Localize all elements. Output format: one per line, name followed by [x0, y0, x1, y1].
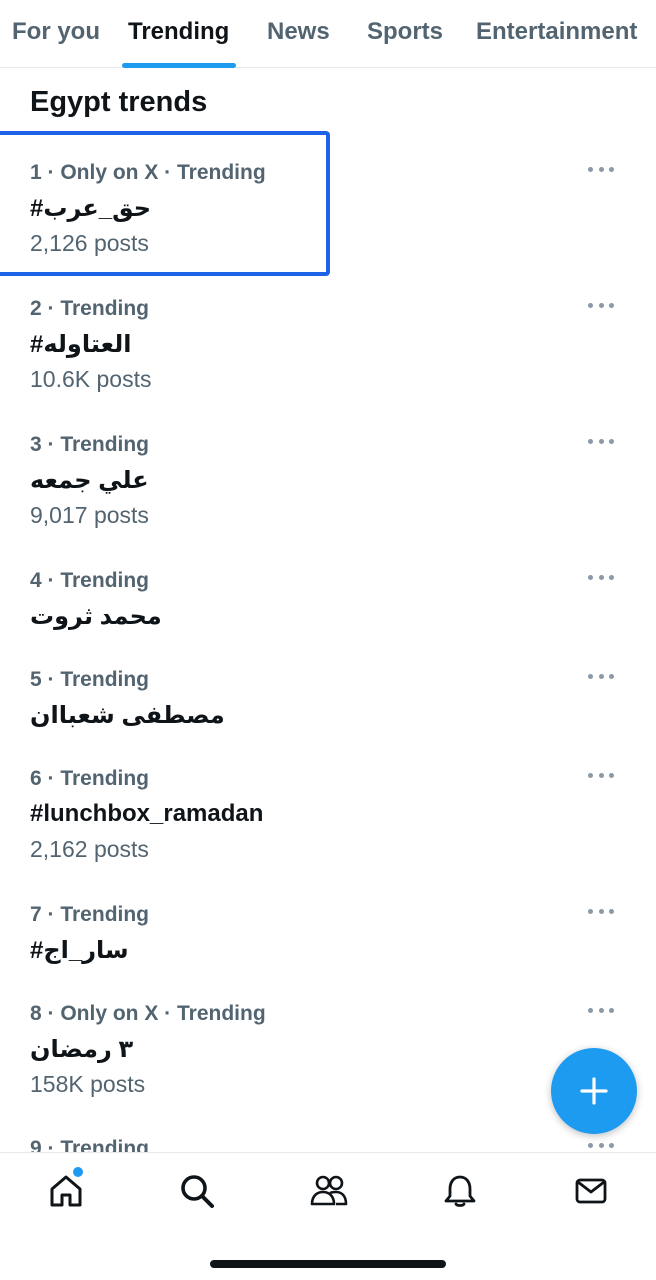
section-title: Egypt trends: [30, 86, 208, 118]
active-tab-indicator: [122, 63, 236, 68]
trend-meta: 4 · Trending: [30, 569, 150, 592]
trend-posts: 9,017 posts: [30, 502, 149, 528]
nav-communities[interactable]: [309, 1171, 349, 1211]
trend-meta: 6 · Trending: [30, 767, 150, 790]
more-icon[interactable]: [588, 901, 614, 921]
tab-trending[interactable]: Trending: [128, 18, 229, 46]
nav-notifications[interactable]: [440, 1171, 480, 1211]
more-icon[interactable]: [588, 1000, 614, 1020]
communities-icon: [310, 1175, 348, 1206]
trend-name: مصطفى شعباان: [30, 702, 225, 729]
home-icon: [50, 1175, 82, 1207]
trend-name: ٣ رمضان: [30, 1036, 134, 1063]
tab-entertainment[interactable]: Entertainment: [476, 18, 637, 46]
trend-meta: 5 · Trending: [30, 668, 150, 691]
trend-posts: 10.6K posts: [30, 366, 152, 392]
tab-news[interactable]: News: [267, 18, 330, 46]
notifications-icon: [444, 1175, 476, 1207]
trend-name: #العتاوله: [30, 331, 132, 358]
home-indicator: [210, 1260, 446, 1268]
selection-highlight: [0, 131, 330, 276]
more-icon[interactable]: [588, 765, 614, 785]
plus-icon: [580, 1077, 608, 1105]
messages-icon: [575, 1178, 607, 1204]
more-icon[interactable]: [588, 567, 614, 587]
top-tabs: For you Trending News Sports Entertainme…: [0, 0, 656, 68]
more-icon[interactable]: [588, 431, 614, 451]
search-icon: [181, 1175, 214, 1208]
more-icon[interactable]: [588, 159, 614, 179]
trend-meta: 2 · Trending: [30, 297, 150, 320]
trend-meta: 7 · Trending: [30, 903, 150, 926]
trend-name: علي جمعه: [30, 467, 149, 494]
more-icon[interactable]: [588, 295, 614, 315]
trend-name: #lunchbox_ramadan: [30, 800, 264, 827]
nav-search[interactable]: [177, 1171, 217, 1211]
more-icon[interactable]: [588, 666, 614, 686]
trend-meta: 8 · Only on X · Trending: [30, 1002, 266, 1025]
nav-home[interactable]: [46, 1171, 86, 1211]
compose-button[interactable]: [551, 1048, 637, 1134]
trend-name: #سار_اج: [30, 937, 129, 964]
trend-name: محمد ثروت: [30, 603, 162, 630]
tab-sports[interactable]: Sports: [367, 18, 443, 46]
notification-dot: [73, 1167, 83, 1177]
trend-posts: 2,162 posts: [30, 836, 149, 862]
tab-for-you[interactable]: For you: [12, 18, 100, 46]
trend-posts: 158K posts: [30, 1071, 146, 1097]
trend-meta: 3 · Trending: [30, 433, 150, 456]
nav-messages[interactable]: [571, 1171, 611, 1211]
